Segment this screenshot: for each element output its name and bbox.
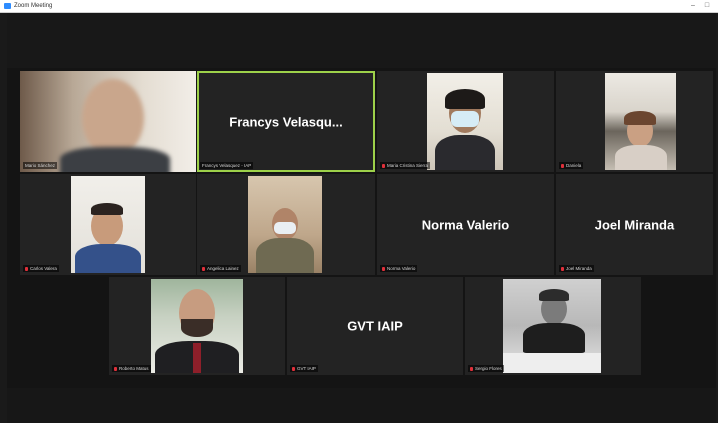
participant-video — [20, 71, 196, 172]
face-mask-icon — [451, 111, 479, 127]
window-title: Zoom Meeting — [14, 3, 53, 9]
beard — [181, 319, 213, 337]
hair — [91, 203, 123, 215]
muted-mic-icon — [25, 266, 28, 271]
participant-name: Mario Sánchez — [25, 163, 56, 168]
participant-body — [256, 238, 314, 273]
participant-name-label: Angelica Lainez — [200, 265, 241, 272]
muted-mic-icon — [561, 266, 564, 271]
meeting-bottom-bar — [7, 388, 716, 423]
participant-display-name: Francys Velasqu... — [229, 114, 343, 129]
participant-tile-0[interactable]: Mario Sánchez — [20, 71, 196, 172]
participant-name: Joel Miranda — [566, 266, 592, 271]
hair — [624, 111, 656, 125]
muted-mic-icon — [382, 266, 385, 271]
participant-tile-1[interactable]: Francys Velasqu... Francys Velasquez - I… — [197, 71, 375, 172]
participant-head — [82, 79, 144, 157]
muted-mic-icon — [292, 366, 295, 371]
participant-name: GVT IAIP — [297, 366, 316, 371]
title-bar: Zoom Meeting – □ — [0, 0, 718, 13]
participant-name-label: Mario Sánchez — [23, 162, 58, 169]
minimize-button[interactable]: – — [686, 0, 700, 12]
muted-mic-icon — [561, 163, 564, 168]
muted-mic-icon — [470, 366, 473, 371]
participant-name-label: Daniela — [559, 162, 584, 169]
participant-tile-6[interactable]: Norma Valerio Norma Valerio — [377, 174, 554, 275]
hair — [445, 89, 485, 109]
participant-name: Sergio Flores — [475, 366, 502, 371]
participant-body — [523, 323, 585, 353]
participant-video — [151, 279, 243, 373]
participant-video — [427, 73, 503, 170]
participant-tile-2[interactable]: Maria Cristina Sierra — [377, 71, 554, 172]
participant-display-name: Norma Valerio — [421, 217, 510, 232]
window-controls: – □ — [686, 0, 714, 12]
meeting-top-bar — [7, 13, 716, 68]
participant-name-label: Carlos Valera — [23, 265, 59, 272]
tie — [193, 343, 201, 373]
participant-name: Francys Velasquez - IAP — [202, 163, 252, 168]
participant-name-label: Maria Cristina Sierra — [380, 162, 431, 169]
participant-body — [60, 147, 170, 172]
participant-tile-9[interactable]: GVT IAIP GVT IAIP — [287, 277, 463, 375]
muted-mic-icon — [202, 266, 205, 271]
muted-mic-icon — [114, 366, 117, 371]
participant-name: Roberto Matus — [119, 366, 149, 371]
participant-name: Norma Valerio — [387, 266, 416, 271]
participant-name: Maria Cristina Sierra — [387, 163, 429, 168]
maximize-button[interactable]: □ — [700, 0, 714, 12]
participant-body — [75, 244, 141, 273]
participant-body — [615, 145, 667, 170]
participant-body — [435, 135, 495, 170]
participant-tile-8[interactable]: Roberto Matus — [109, 277, 285, 375]
participant-name-label: Joel Miranda — [559, 265, 594, 272]
zoom-app-icon — [4, 3, 11, 9]
participant-tile-5[interactable]: Angelica Lainez — [197, 174, 375, 275]
participant-video — [248, 176, 322, 273]
desk — [503, 353, 601, 373]
participant-name-label: GVT IAIP — [290, 365, 318, 372]
participant-video — [605, 73, 676, 170]
participant-name: Angelica Lainez — [207, 266, 239, 271]
participant-name-label: Roberto Matus — [112, 365, 151, 372]
participant-name-label: Francys Velasquez - IAP — [200, 162, 254, 169]
participant-tile-4[interactable]: Carlos Valera — [20, 174, 196, 275]
muted-mic-icon — [382, 163, 385, 168]
face-mask-icon — [274, 222, 296, 234]
participant-name: Daniela — [566, 163, 582, 168]
participant-name: Carlos Valera — [30, 266, 57, 271]
participant-name-label: Norma Valerio — [380, 265, 418, 272]
hair — [539, 289, 569, 301]
participant-display-name: GVT IAIP — [347, 318, 403, 334]
participant-video — [503, 279, 601, 373]
participant-name-label: Sergio Flores — [468, 365, 504, 372]
participant-video — [71, 176, 145, 273]
participant-tile-7[interactable]: Joel Miranda Joel Miranda — [556, 174, 713, 275]
participant-tile-3[interactable]: Daniela — [556, 71, 713, 172]
participant-tile-10[interactable]: Sergio Flores — [465, 277, 641, 375]
participant-display-name: Joel Miranda — [594, 217, 675, 232]
